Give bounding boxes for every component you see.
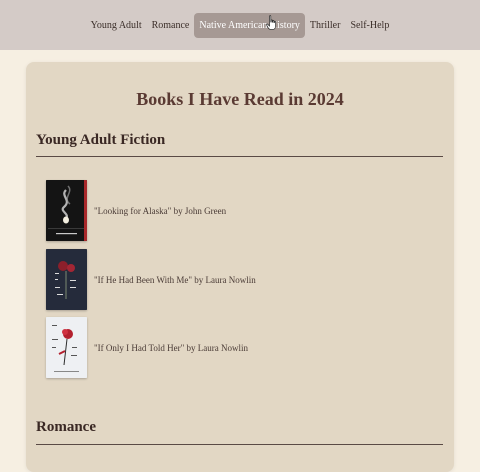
nav-item-thriller[interactable]: Thriller	[305, 13, 346, 38]
nav-item-self-help[interactable]: Self-Help	[345, 13, 394, 38]
book-item: "If He Had Been With Me" by Laura Nowlin	[46, 249, 256, 310]
section-title-romance: Romance	[36, 419, 96, 435]
book-title-if-he-had-been-with-me: "If He Had Been With Me" by Laura Nowlin	[94, 274, 256, 285]
hand-cursor-icon	[266, 15, 276, 30]
book-title-looking-for-alaska: "Looking for Alaska" by John Green	[94, 205, 227, 216]
if-he-had-been-with-me-cover	[46, 249, 87, 310]
top-navigation: Young Adult Romance Native American Hist…	[0, 0, 480, 50]
looking-for-alaska-cover	[46, 180, 87, 241]
nav-item-young-adult[interactable]: Young Adult	[86, 13, 147, 38]
section-divider	[36, 444, 443, 445]
book-item: "Looking for Alaska" by John Green	[46, 180, 226, 241]
nav-list: Young Adult Romance Native American Hist…	[86, 12, 395, 38]
nav-item-native-american-history[interactable]: Native American History	[194, 12, 305, 38]
nav-item-romance[interactable]: Romance	[147, 13, 195, 38]
smoke-candle-icon	[46, 180, 87, 241]
book-item: "If Only I Had Told Her" by Laura Nowlin	[46, 317, 248, 378]
red-rose-icon	[46, 317, 87, 378]
if-only-i-had-told-her-cover	[46, 317, 87, 378]
books-card: Books I Have Read in 2024 Young Adult Fi…	[26, 62, 454, 472]
rose-icon	[46, 249, 87, 310]
book-title-if-only-i-had-told-her: "If Only I Had Told Her" by Laura Nowlin	[94, 342, 249, 353]
section-title-young-adult-fiction: Young Adult Fiction	[36, 132, 166, 148]
page-title: Books I Have Read in 2024	[136, 89, 344, 109]
section-divider	[36, 156, 443, 157]
